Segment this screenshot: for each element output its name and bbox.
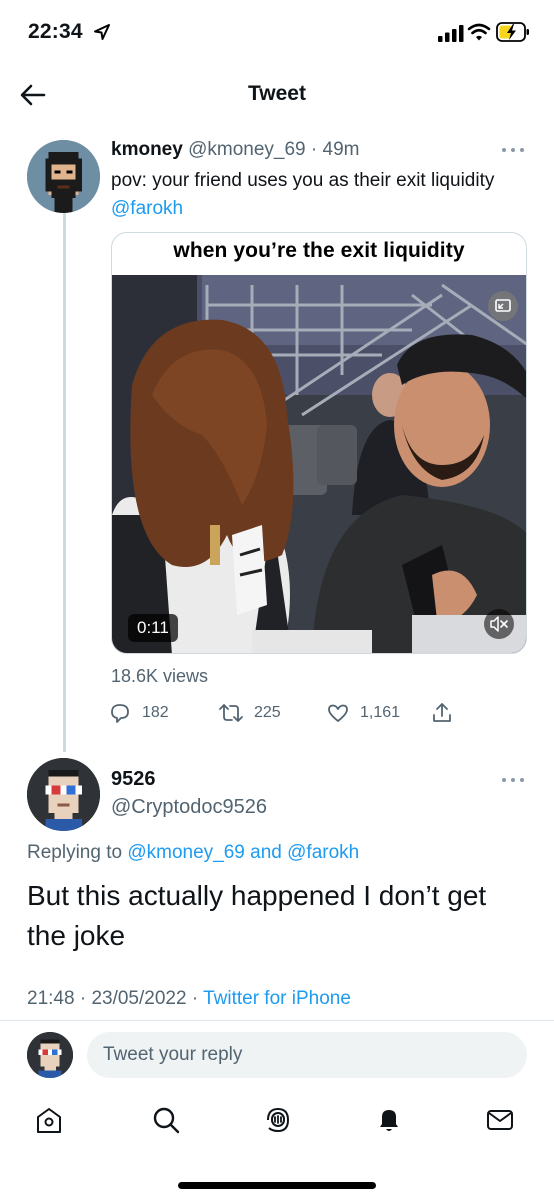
picture-in-picture-icon[interactable] [488, 291, 518, 321]
video-duration: 0:11 [128, 614, 178, 642]
meta-separator-1: · [79, 988, 87, 1009]
search-icon[interactable] [150, 1104, 182, 1136]
video-caption: when you’re the exit liquidity [173, 239, 465, 262]
location-arrow-icon [94, 24, 110, 40]
tab-bar [0, 1096, 554, 1152]
reply-count: 182 [142, 704, 169, 721]
reply-more-options-icon[interactable] [500, 776, 526, 784]
mute-icon[interactable] [484, 609, 514, 639]
battery-charging-icon [496, 22, 529, 42]
reply-input[interactable]: Tweet your reply [87, 1032, 527, 1078]
author-avatar[interactable] [27, 140, 100, 213]
retweet-button[interactable]: 225 [218, 700, 281, 726]
composer-avatar-image [27, 1032, 73, 1078]
share-button[interactable] [430, 700, 454, 726]
notifications-icon[interactable] [373, 1104, 405, 1136]
reply-source-link[interactable]: Twitter for iPhone [203, 988, 351, 1009]
tweet-video[interactable]: when you’re the exit liquidity 0:11 [111, 232, 527, 654]
replying-user-farokh[interactable]: @farokh [287, 842, 359, 863]
header-separator: · [310, 139, 318, 160]
author-display-name[interactable]: kmoney [111, 139, 183, 160]
reply-handle[interactable]: @Cryptodoc9526 [111, 796, 267, 819]
replying-and: and [250, 842, 282, 863]
thread-connector-line [63, 212, 66, 752]
replying-to-line: Replying to @kmoney_69 and @farokh [27, 842, 359, 864]
pixel-avatar-image [27, 140, 100, 213]
reply-author-avatar[interactable] [27, 758, 100, 831]
retweet-icon [219, 704, 243, 722]
home-icon[interactable] [33, 1104, 65, 1136]
reply-icon [111, 704, 129, 723]
messages-icon[interactable] [484, 1104, 516, 1136]
tweet-actions: 182 225 1,161 [108, 700, 468, 726]
video-frame[interactable] [112, 275, 526, 653]
reply-display-name[interactable]: 9526 [111, 768, 156, 791]
retweet-count: 225 [254, 704, 281, 721]
reply-time: 21:48 [27, 988, 75, 1009]
more-options-icon[interactable] [500, 146, 526, 154]
replying-prefix: Replying to [27, 842, 123, 863]
tweet-mention-link[interactable]: @farokh [111, 198, 183, 219]
tweet-age: 49m [322, 139, 360, 160]
share-icon [433, 703, 451, 722]
cellular-signal-icon [438, 25, 464, 42]
status-bar: 22:34 [0, 0, 554, 66]
composer-avatar[interactable] [27, 1032, 73, 1078]
meta-separator-2: · [191, 988, 199, 1009]
status-time: 22:34 [28, 20, 83, 43]
reply-metadata: 21:48 · 23/05/2022 · Twitter for iPhone [27, 988, 351, 1010]
replying-user-kmoney[interactable]: @kmoney_69 [127, 842, 245, 863]
heart-icon [328, 704, 348, 722]
video-still-image [112, 275, 526, 653]
spaces-icon[interactable] [262, 1104, 294, 1136]
reply-button[interactable]: 182 [108, 700, 169, 726]
reply-text: But this actually happened I don’t get t… [27, 880, 487, 951]
tweet-header: kmoney @kmoney_69 · 49m [111, 139, 359, 161]
home-indicator[interactable] [178, 1182, 376, 1189]
nav-header: Tweet [0, 66, 554, 124]
page-title: Tweet [248, 82, 306, 105]
tweet-body: pov: your friend uses you as their exit … [111, 170, 495, 191]
author-handle[interactable]: @kmoney_69 [188, 139, 306, 160]
view-count: 18.6K views [111, 666, 209, 686]
like-button[interactable]: 1,161 [326, 700, 400, 726]
reply-date: 23/05/2022 [91, 988, 187, 1009]
wifi-icon [467, 23, 491, 41]
tweet-text: pov: your friend uses you as their exit … [111, 167, 531, 223]
like-count: 1,161 [360, 704, 401, 721]
divider [0, 1020, 554, 1021]
cryptopunk-avatar-image [27, 758, 100, 831]
